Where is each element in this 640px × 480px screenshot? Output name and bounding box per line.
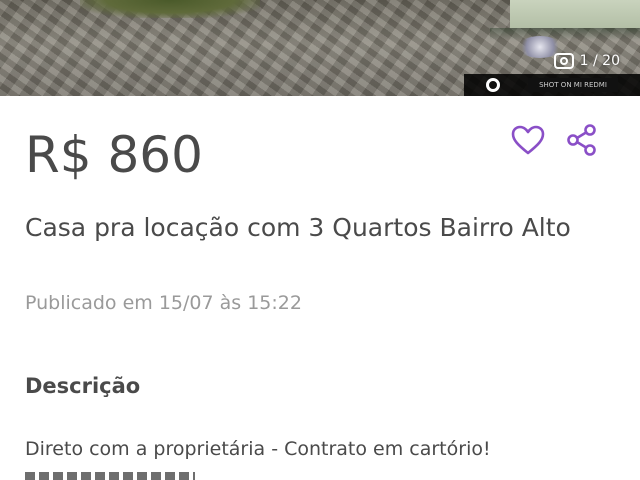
published-date: Publicado em 15/07 às 15:22 (25, 292, 302, 314)
photo-wall-shadow (490, 28, 640, 40)
share-icon (567, 124, 596, 156)
share-button[interactable] (562, 120, 602, 160)
heart-icon (511, 125, 545, 155)
listing-actions (508, 120, 602, 160)
photo-camera-stamp: SHOT ON MI REDMI (528, 78, 618, 92)
photo-counter: 1 / 20 (553, 53, 620, 69)
description-next-line-cutoff (25, 472, 195, 480)
description-heading: Descrição (25, 374, 141, 398)
description-text: Direto com a proprietária - Contrato em … (25, 438, 491, 460)
listing-photo[interactable]: SHOT ON MI REDMI 1 / 20 (0, 0, 640, 96)
listing-price: R$ 860 (25, 126, 203, 184)
listing-page: SHOT ON MI REDMI 1 / 20 R$ 860 Casa pra … (0, 0, 640, 480)
photo-counter-text: 1 / 20 (579, 53, 620, 69)
photo-wall (510, 0, 640, 28)
photo-grass (80, 0, 260, 18)
favorite-button[interactable] (508, 120, 548, 160)
zoom-icon[interactable] (486, 78, 500, 92)
listing-title: Casa pra locação com 3 Quartos Bairro Al… (25, 213, 571, 242)
camera-icon (553, 53, 574, 69)
